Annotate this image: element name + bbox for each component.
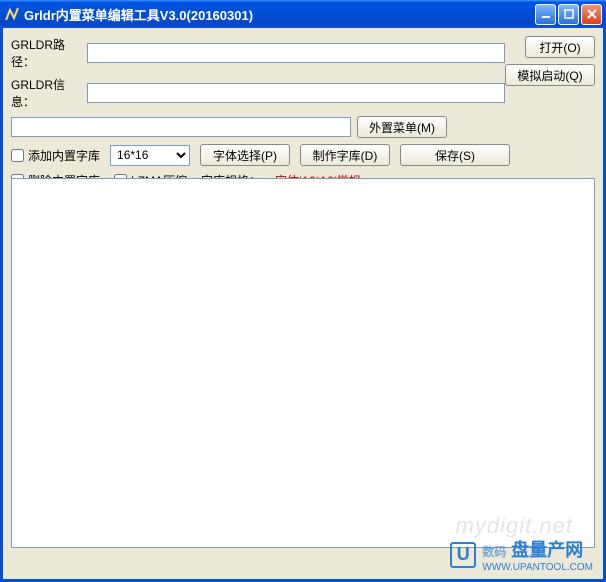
path-input[interactable] [87,43,505,63]
path-label: GRLDR路径： [11,36,81,70]
info-label: GRLDR信息： [11,76,81,110]
app-icon [4,6,20,22]
window-title: Grldr内置菜单编辑工具V3.0(20160301) [24,5,535,24]
top-form: GRLDR路径： GRLDR信息： 外置菜单(M) [11,36,505,138]
progress-input[interactable] [11,117,351,137]
watermark-main: 盘量产网 [511,540,583,560]
simulate-button[interactable]: 模拟启动(Q) [505,64,595,86]
watermark-prefix: 数码 [482,545,506,559]
font-size-combo[interactable]: 16*16 [110,145,190,166]
window-controls [535,4,602,25]
make-font-button[interactable]: 制作字库(D) [300,144,390,166]
upantool-logo-icon: U [450,542,476,568]
client-area: 打开(O) 模拟启动(Q) GRLDR路径： GRLDR信息： 外置菜单(M) … [0,28,606,582]
maximize-button[interactable] [558,4,579,25]
right-button-column: 打开(O) 模拟启动(Q) [515,36,595,86]
save-button[interactable]: 保存(S) [400,144,510,166]
font-row: 添加内置字库 16*16 字体选择(P) 制作字库(D) 保存(S) [11,144,595,166]
minimize-button[interactable] [535,4,556,25]
add-font-label: 添加内置字库 [28,147,100,164]
add-font-check-input[interactable] [11,149,24,162]
open-button[interactable]: 打开(O) [525,36,595,58]
watermark-upantool: U 数码 盘量产网 WWW.UPANTOOL.COM [450,536,593,573]
close-button[interactable] [581,4,602,25]
watermark-sub: WWW.UPANTOOL.COM [482,562,593,573]
titlebar: Grldr内置菜单编辑工具V3.0(20160301) [0,0,606,28]
add-font-checkbox[interactable]: 添加内置字库 [11,147,100,164]
external-menu-button[interactable]: 外置菜单(M) [357,116,447,138]
editor-textarea[interactable] [11,178,595,548]
watermark-text: 数码 盘量产网 WWW.UPANTOOL.COM [482,536,593,573]
info-input[interactable] [87,83,505,103]
font-select-button[interactable]: 字体选择(P) [200,144,290,166]
